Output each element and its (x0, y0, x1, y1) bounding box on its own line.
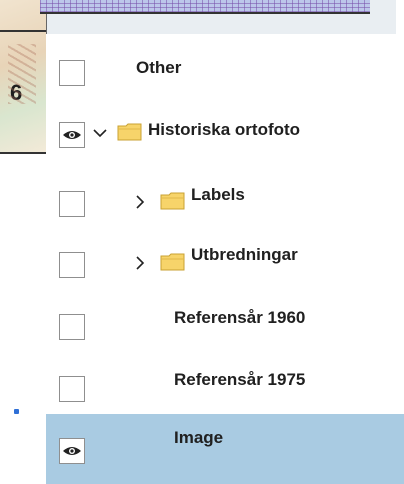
visibility-checkbox[interactable] (59, 376, 85, 402)
layer-row-other[interactable]: Other (46, 34, 404, 96)
visibility-toggle[interactable] (59, 438, 85, 464)
layer-label: Other (136, 58, 182, 77)
layer-row-referensar-1960[interactable]: Referensår 1960 (46, 286, 404, 348)
visibility-checkbox[interactable] (59, 60, 85, 86)
layer-label: Image (174, 428, 224, 447)
layer-row-utbredningar[interactable]: Utbredningar (46, 224, 404, 286)
layer-row-historiska-ortofoto[interactable]: Historiska ortofoto (46, 100, 404, 162)
folder-icon (117, 123, 142, 141)
visibility-checkbox[interactable] (59, 252, 85, 278)
folder-icon (160, 192, 185, 210)
layer-row-image[interactable]: Image (46, 414, 404, 484)
map-grid-strip (40, 0, 370, 14)
visibility-checkbox[interactable] (59, 191, 85, 217)
map-frame: 6 (0, 0, 47, 154)
chevron-down-icon[interactable] (92, 127, 108, 139)
layer-label: Historiska ortofoto (148, 120, 301, 139)
map-marker (14, 409, 19, 414)
layer-row-referensar-1975[interactable]: Referensår 1975 (46, 348, 404, 410)
visibility-toggle[interactable] (59, 122, 85, 148)
folder-icon (160, 253, 185, 271)
eye-icon (63, 131, 81, 139)
chevron-right-icon[interactable] (134, 194, 146, 210)
layer-label: Labels (191, 185, 245, 204)
eye-icon (63, 447, 81, 455)
layer-row-labels[interactable]: Labels (46, 162, 404, 224)
layer-label: Utbredningar (191, 245, 298, 264)
chevron-right-icon[interactable] (134, 255, 146, 271)
map-grid-number: 6 (10, 80, 23, 105)
layer-label: Referensår 1975 (174, 370, 306, 389)
layer-label: Referensår 1960 (174, 308, 306, 327)
layer-list-panel: Other Historiska ortofoto Labels Utbredn… (46, 34, 404, 484)
visibility-checkbox[interactable] (59, 314, 85, 340)
